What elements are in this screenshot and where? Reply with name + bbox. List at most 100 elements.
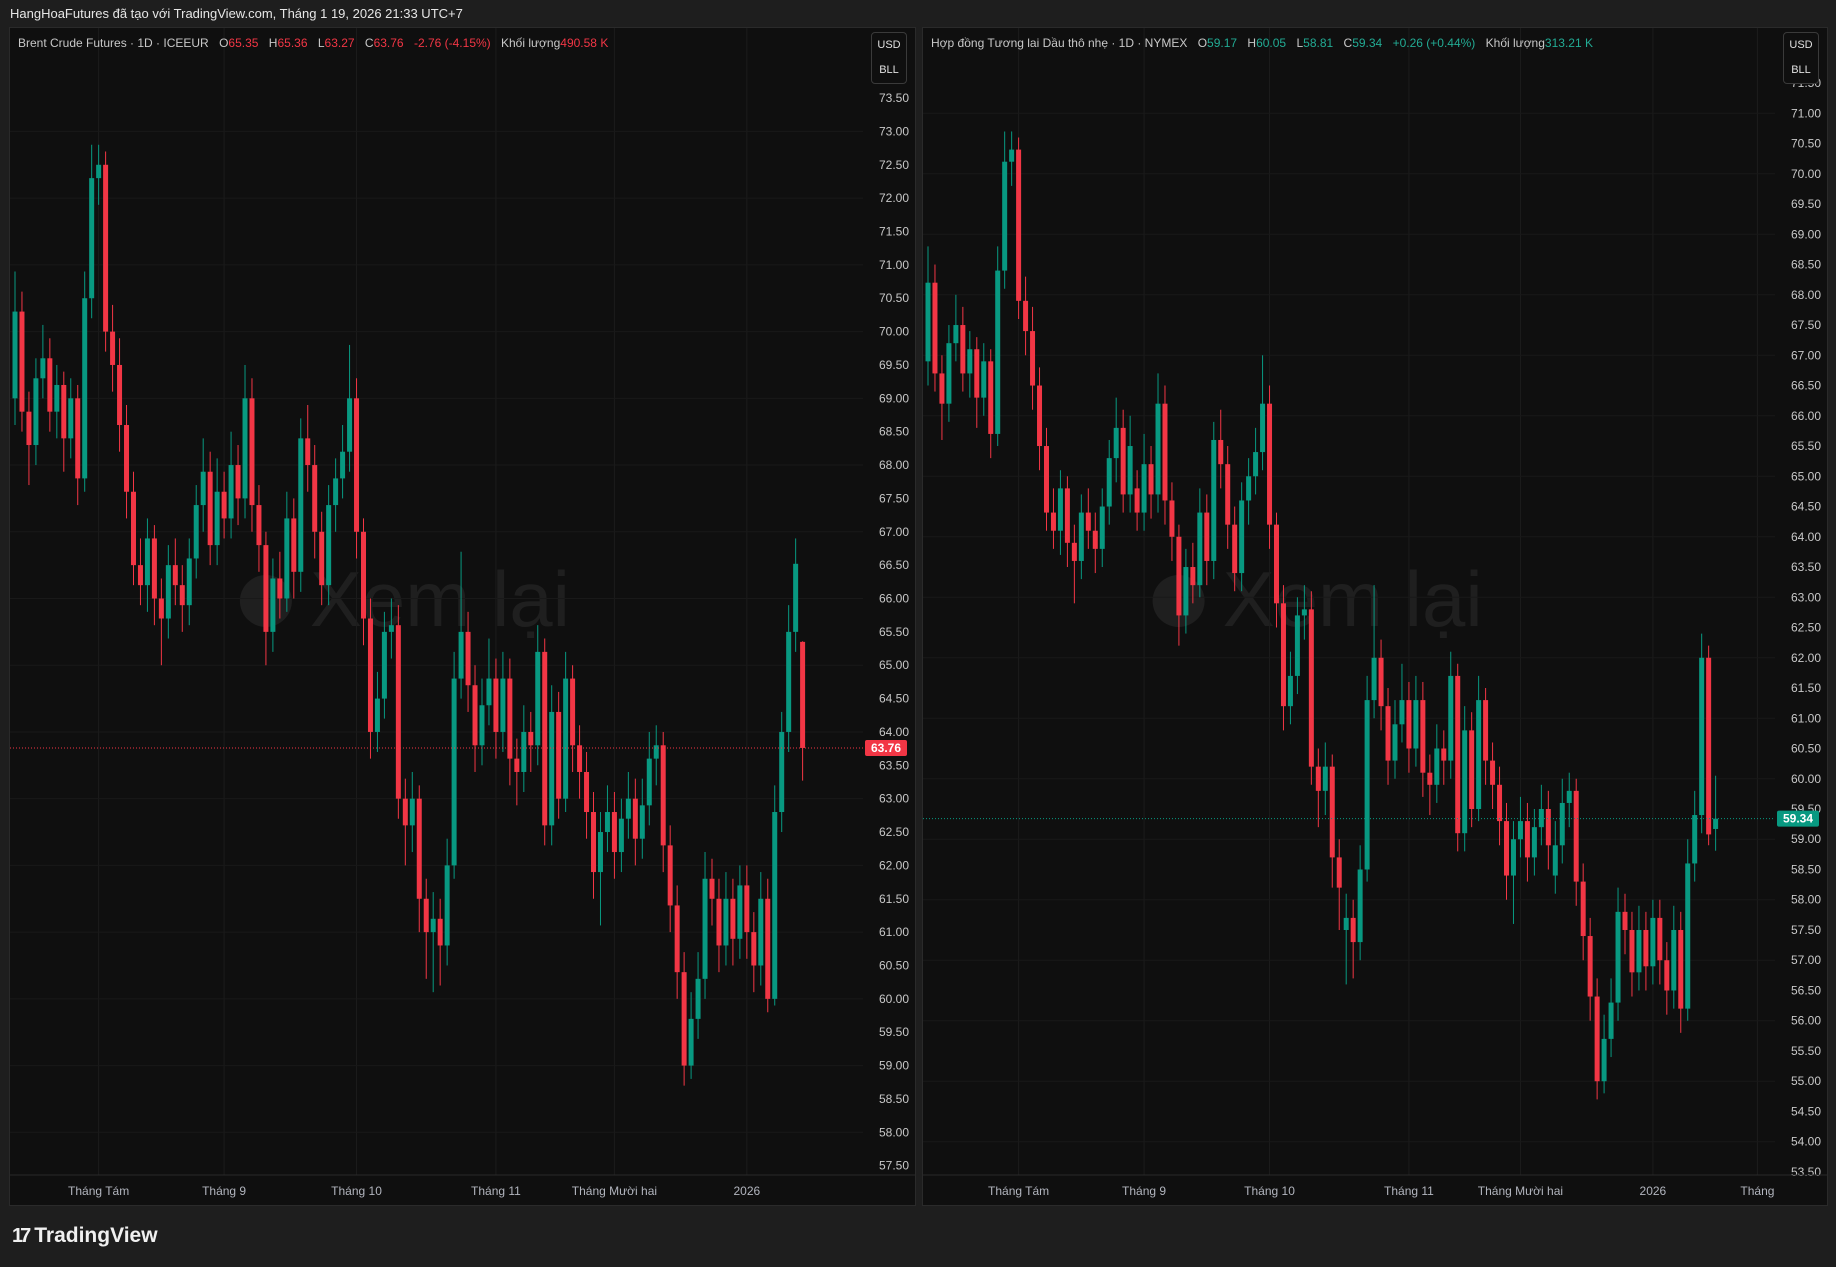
candle-body: [396, 625, 401, 798]
candle: [1643, 912, 1648, 991]
candle-body: [1135, 488, 1140, 512]
candle: [215, 458, 220, 565]
candle: [1629, 912, 1634, 997]
candle: [1267, 386, 1272, 549]
wti-chart-panel[interactable]: Hợp đồng Tương lai Dầu thô nhẹ · 1D · NY…: [922, 27, 1828, 1206]
candle-body: [1190, 567, 1195, 585]
y-tick-label: 63.50: [879, 758, 909, 772]
candle-body: [284, 518, 289, 598]
y-tick-label: 60.00: [879, 992, 909, 1006]
candle: [1664, 942, 1669, 1015]
y-tick-label: 58.50: [1791, 862, 1821, 876]
candle-body: [243, 398, 248, 498]
candle-body: [180, 585, 185, 605]
candle-body: [1169, 500, 1174, 536]
candle: [1609, 978, 1614, 1057]
y-tick-label: 66.50: [1791, 379, 1821, 393]
y-tick-label: 56.00: [1791, 1014, 1821, 1028]
candle-body: [1295, 615, 1300, 675]
candle: [751, 912, 756, 992]
candle-body: [222, 492, 227, 519]
candle-body: [786, 632, 791, 732]
y-tick-label: 58.00: [879, 1125, 909, 1139]
candle: [1016, 137, 1021, 318]
currency-unit-button[interactable]: USD BLL: [1783, 32, 1819, 84]
candle: [723, 872, 728, 965]
candle: [138, 538, 143, 605]
candle: [549, 685, 554, 845]
candle: [1379, 640, 1384, 731]
candle-body: [1636, 930, 1641, 972]
brent-chart-panel[interactable]: Brent Crude Futures · 1D · ICEEUR O65.35…: [9, 27, 916, 1206]
candle: [1086, 488, 1091, 548]
candle-body: [1002, 162, 1007, 271]
candle: [765, 879, 770, 1012]
candle: [1560, 779, 1565, 864]
y-tick-label: 65.50: [879, 625, 909, 639]
candle-body: [1204, 513, 1209, 561]
tradingview-logo-icon: 17: [12, 1225, 28, 1248]
candle: [131, 472, 136, 585]
candle-body: [1595, 997, 1600, 1082]
candle-body: [1288, 676, 1293, 706]
currency-unit-button[interactable]: USD BLL: [871, 32, 907, 84]
x-tick-label: Tháng: [1740, 1184, 1774, 1198]
candle: [932, 265, 937, 392]
symbol-title[interactable]: Hợp đồng Tương lai Dầu thô nhẹ · 1D · NY…: [931, 36, 1187, 50]
candlestick-chart[interactable]: Xem lạiTháng TámTháng 9Tháng 10Tháng 11T…: [923, 28, 1828, 1206]
candlestick-chart[interactable]: Xem lạiTháng TámTháng 9Tháng 10Tháng 11T…: [10, 28, 916, 1206]
candle: [96, 145, 101, 205]
candle-body: [1706, 658, 1711, 835]
candle-body: [542, 652, 547, 825]
y-tick-label: 58.50: [879, 1092, 909, 1106]
candle-body: [236, 465, 241, 498]
candle-body: [256, 505, 261, 545]
y-tick-label: 61.50: [1791, 681, 1821, 695]
candle: [995, 246, 1000, 446]
y-tick-label: 56.50: [1791, 983, 1821, 997]
x-tick-label: Tháng Mười hai: [572, 1184, 657, 1198]
candle: [1671, 906, 1676, 1009]
candle: [521, 705, 526, 792]
candle: [661, 732, 666, 872]
x-tick-label: Tháng 10: [331, 1184, 382, 1198]
candle-body: [263, 545, 268, 632]
candle: [375, 672, 380, 752]
candle: [1044, 428, 1049, 531]
candle: [605, 785, 610, 852]
candle: [1100, 488, 1105, 567]
candle-body: [166, 565, 171, 618]
candle-body: [1030, 331, 1035, 385]
candle-body: [1490, 761, 1495, 785]
candle: [1176, 525, 1181, 646]
open-label: O: [1198, 36, 1207, 50]
candle: [1058, 470, 1063, 555]
candle: [1149, 446, 1154, 519]
candle: [939, 355, 944, 440]
candle-body: [737, 885, 742, 938]
y-tick-label: 67.50: [879, 491, 909, 505]
candle-body: [1567, 791, 1572, 803]
candle-body: [793, 564, 798, 632]
candle: [1162, 386, 1167, 525]
candle-body: [1588, 936, 1593, 996]
low-value: 58.81: [1303, 36, 1333, 50]
candle-body: [1107, 458, 1112, 506]
candle: [1581, 863, 1586, 960]
candle: [1518, 797, 1523, 857]
candle-body: [1560, 803, 1565, 845]
y-tick-label: 54.00: [1791, 1135, 1821, 1149]
candle: [1657, 900, 1662, 985]
candle-body: [1281, 603, 1286, 706]
tradingview-logo[interactable]: 17 TradingView: [12, 1224, 158, 1248]
candle: [960, 307, 965, 392]
candle: [675, 885, 680, 998]
open-value: 65.35: [228, 36, 258, 50]
candle: [1406, 682, 1411, 773]
y-tick-label: 72.00: [879, 191, 909, 205]
candle-body: [145, 538, 150, 585]
candle-body: [730, 899, 735, 939]
symbol-title[interactable]: Brent Crude Futures · 1D · ICEEUR: [18, 36, 209, 50]
candle-body: [1553, 845, 1558, 875]
candle-body: [1685, 863, 1690, 1008]
